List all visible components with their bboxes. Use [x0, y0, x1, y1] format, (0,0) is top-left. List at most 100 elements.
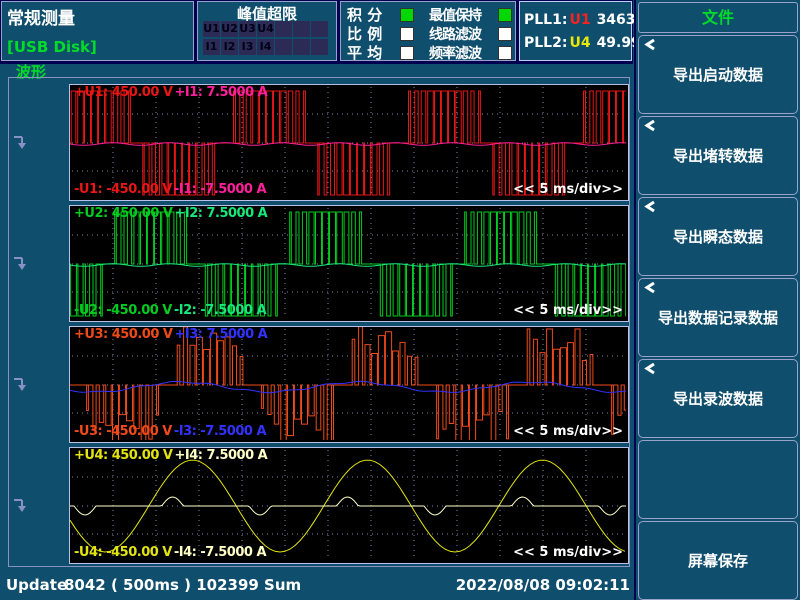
current-minus-label: -I4: -7.5000 A — [174, 545, 266, 560]
update-label: Update — [6, 576, 67, 594]
function-menu-sidebar: 文件 导出启动数据导出堵转数据导出瞬态数据导出数据记录数据导出录波数据屏幕保存 — [634, 0, 800, 600]
toggle-linefilter-label: 线路滤波 — [429, 24, 491, 44]
scaling-indicator — [400, 27, 414, 41]
ch3-zero-marker-icon — [13, 376, 29, 393]
toggle-average-label: 平 均 — [347, 42, 393, 63]
menu-button-1[interactable]: 导出启动数据 — [638, 35, 798, 114]
pll2-source: U4 — [569, 35, 590, 51]
chevron-left-icon — [644, 282, 656, 294]
peak-cell: I3 — [239, 39, 256, 55]
voltage-plus-label: +U2: 450.00 V — [74, 206, 172, 221]
ch4-zero-marker-icon — [13, 497, 29, 514]
waveform-plot-ch1: +U1: 450.00 V+I1: 7.5000 A -U1: -450.00 V… — [69, 84, 629, 201]
ch2-zero-marker-icon — [13, 255, 29, 272]
voltage-plus-label: +U4: 450.00 V — [74, 448, 172, 463]
pll-section: PLL1:U13463.0 Hz PLL2:U449.992 Hz — [519, 1, 632, 61]
ch3-lower-scale: -U3: -450.00 V-I3: -7.5000 A — [74, 424, 268, 439]
peak-cell — [311, 21, 328, 37]
peak-cell: U2 — [221, 21, 238, 37]
ch1-lower-scale: -U1: -450.00 V-I1: -7.5000 A — [74, 182, 268, 197]
peak-cell: I1 — [203, 39, 220, 55]
menu-buttons: 导出启动数据导出堵转数据导出瞬态数据导出数据记录数据导出录波数据屏幕保存 — [638, 35, 798, 600]
peak-cell — [311, 39, 328, 55]
toggle-scaling-label: 比 例 — [347, 23, 393, 44]
average-indicator — [400, 46, 414, 60]
chevron-left-icon — [644, 39, 656, 51]
voltage-plus-label: +U1: 450.00 V — [74, 85, 172, 100]
menu-button-5[interactable]: 导出录波数据 — [638, 359, 798, 438]
toggle-freqfilter-label: 频率滤波 — [429, 43, 491, 63]
toggle-column-left: 积 分 比 例 平 均 — [347, 5, 414, 62]
peak-row-current: I1I2I3I4 — [203, 39, 328, 55]
ch2-upper-scale: +U2: 450.00 V+I2: 7.5000 A — [74, 206, 269, 221]
menu-button-7[interactable]: 屏幕保存 — [638, 521, 798, 600]
voltage-minus-label: -U1: -450.00 V — [74, 182, 172, 197]
toggle-maxhold-label: 最值保持 — [429, 5, 491, 25]
pll2-label: PLL2: — [524, 35, 567, 51]
status-bar: Update 8042 ( 500ms ) 102399 Sum 2022/08… — [0, 568, 633, 600]
menu-button-4[interactable]: 导出数据记录数据 — [638, 278, 798, 357]
current-minus-label: -I2: -7.5000 A — [174, 303, 266, 318]
datetime: 2022/08/08 09:02:11 — [456, 576, 630, 594]
chevron-left-icon — [644, 363, 656, 375]
pll1-label: PLL1: — [524, 12, 567, 28]
menu-button-2[interactable]: 导出堵转数据 — [638, 116, 798, 195]
peak-cell: U3 — [239, 21, 256, 37]
toggle-column-right: 最值保持 线路滤波 频率滤波 — [429, 5, 512, 62]
voltage-plus-label: +U3: 450.00 V — [74, 327, 172, 342]
usb-disk-status: [USB Disk] — [7, 38, 97, 56]
waveform-plot-ch3: +U3: 450.00 V+I3: 7.5000 A -U3: -450.00 V… — [69, 326, 629, 443]
menu-button-label: 导出瞬态数据 — [673, 226, 763, 247]
peak-cell — [293, 39, 310, 55]
freqfilter-indicator — [498, 46, 512, 60]
timebase-label: << 5 ms/div>> — [513, 424, 623, 439]
header-bar: 常规测量 [USB Disk] 峰值超限 U1U2U3U4I1I2I3I4 积 … — [0, 0, 633, 64]
peak-cell: I4 — [257, 39, 274, 55]
current-minus-label: -I3: -7.5000 A — [174, 424, 266, 439]
menu-button-label: 导出录波数据 — [673, 388, 763, 409]
peak-cell: U4 — [257, 21, 274, 37]
waveform-plot-ch2: +U2: 450.00 V+I2: 7.5000 A -U2: -450.00 V… — [69, 205, 629, 322]
peak-cell — [275, 21, 292, 37]
menu-button-label: 导出数据记录数据 — [658, 307, 778, 328]
ch2-lower-scale: -U2: -450.00 V-I2: -7.5000 A — [74, 303, 268, 318]
ch3-upper-scale: +U3: 450.00 V+I3: 7.5000 A — [74, 327, 269, 342]
menu-button-label: 屏幕保存 — [688, 550, 748, 571]
menu-button-3[interactable]: 导出瞬态数据 — [638, 197, 798, 276]
update-counters: 8042 ( 500ms ) 102399 Sum — [64, 576, 301, 594]
voltage-minus-label: -U4: -450.00 V — [74, 545, 172, 560]
peak-cell — [275, 39, 292, 55]
current-plus-label: +I2: 7.5000 A — [174, 206, 267, 221]
current-plus-label: +I3: 7.5000 A — [174, 327, 267, 342]
peak-cell: I2 — [221, 39, 238, 55]
menu-title: 文件 — [638, 2, 798, 33]
maxhold-indicator — [498, 8, 512, 22]
voltage-minus-label: -U3: -450.00 V — [74, 424, 172, 439]
voltage-minus-label: -U2: -450.00 V — [74, 303, 172, 318]
current-minus-label: -I1: -7.5000 A — [174, 182, 266, 197]
analyzer-screen: 常规测量 [USB Disk] 峰值超限 U1U2U3U4I1I2I3I4 积 … — [0, 0, 800, 600]
menu-button-label: 导出堵转数据 — [673, 145, 763, 166]
integrate-indicator — [400, 8, 414, 22]
current-plus-label: +I4: 7.5000 A — [174, 448, 267, 463]
chevron-left-icon — [644, 120, 656, 132]
mode-toggles-section: 积 分 比 例 平 均 最值保持 线路滤波 频率滤波 — [340, 1, 516, 61]
pll1-source: U1 — [569, 12, 590, 28]
timebase-label: << 5 ms/div>> — [513, 303, 623, 318]
ch1-zero-marker-icon — [13, 134, 29, 151]
timebase-label: << 5 ms/div>> — [513, 182, 623, 197]
timebase-label: << 5 ms/div>> — [513, 545, 623, 560]
ch1-upper-scale: +U1: 450.00 V+I1: 7.5000 A — [74, 85, 269, 100]
mode-title: 常规测量 — [7, 4, 75, 29]
menu-button-6[interactable] — [638, 440, 798, 519]
ch4-upper-scale: +U4: 450.00 V+I4: 7.5000 A — [74, 448, 269, 463]
waveform-plot-ch4: +U4: 450.00 V+I4: 7.5000 A -U4: -450.00 V… — [69, 447, 629, 564]
peak-row-voltage: U1U2U3U4 — [203, 21, 328, 37]
toggle-integrate-label: 积 分 — [347, 4, 393, 25]
waveform-container: +U1: 450.00 V+I1: 7.5000 A -U1: -450.00 V… — [8, 77, 630, 567]
ch3-current-trace — [70, 381, 626, 393]
chevron-left-icon — [644, 201, 656, 213]
measure-mode-section: 常规测量 [USB Disk] — [1, 1, 194, 61]
peak-over-limit-section: 峰值超限 U1U2U3U4I1I2I3I4 — [197, 1, 337, 61]
ch4-lower-scale: -U4: -450.00 V-I4: -7.5000 A — [74, 545, 268, 560]
